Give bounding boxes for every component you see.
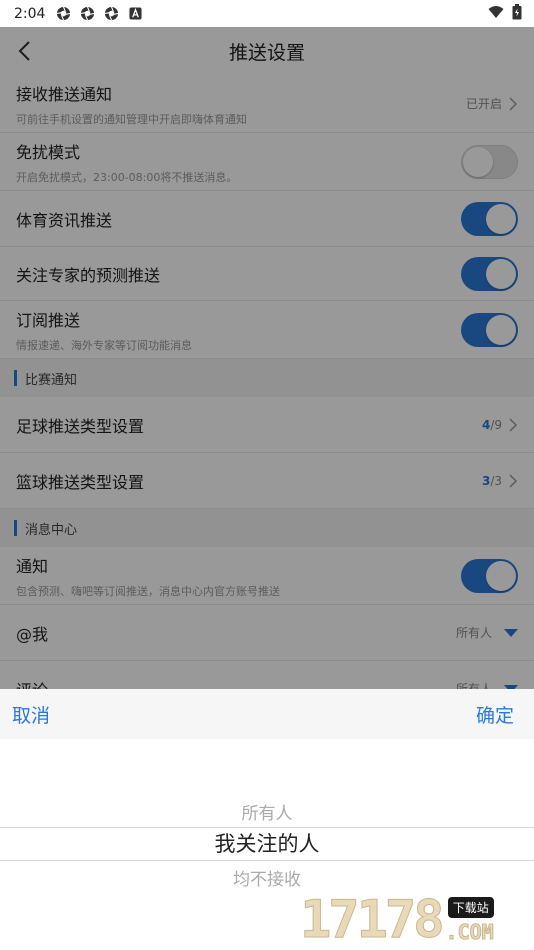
picker-option[interactable]: 均不接收 [0, 865, 534, 890]
watermark-logo: 17178 下载站 .COM [300, 888, 530, 950]
status-bar: 2:04 [0, 0, 534, 27]
picker-option[interactable]: 所有人 [0, 799, 534, 824]
picker-toolbar: 取消 确定 [0, 689, 534, 739]
status-time: 2:04 [14, 5, 46, 22]
cancel-button[interactable]: 取消 [12, 701, 50, 728]
a-badge-icon [127, 6, 143, 22]
watermark-number: 17178 [300, 890, 446, 950]
picker-option-selected[interactable]: 我关注的人 [0, 827, 534, 861]
confirm-button[interactable]: 确定 [476, 701, 514, 728]
watermark-tag: 下载站 [447, 897, 494, 918]
aperture-icon [103, 6, 119, 22]
wifi-icon [488, 5, 504, 23]
battery-icon [512, 3, 522, 24]
aperture-icon [79, 6, 95, 22]
picker-sheet: 取消 确定 所有人 我关注的人 均不接收 17178 下载站 .COM [0, 689, 534, 950]
watermark-domain: .COM [445, 920, 494, 945]
aperture-icon [55, 6, 71, 22]
